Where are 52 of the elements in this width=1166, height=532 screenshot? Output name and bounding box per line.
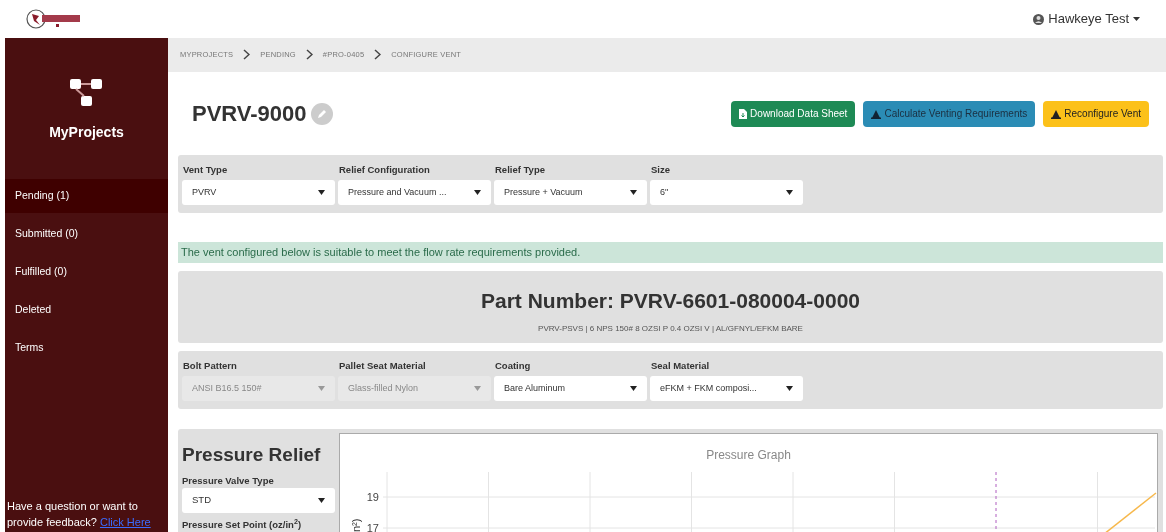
select-field[interactable]: eFKM + FKM composi... — [650, 375, 803, 401]
dropdown-arrow-icon — [318, 385, 325, 391]
feedback-text: Have a question or want to provide feedback? Click Here — [6, 499, 152, 530]
dropdown-arrow-icon — [318, 498, 325, 503]
select-field[interactable]: STD — [182, 488, 335, 513]
select-field[interactable]: PVRV — [182, 180, 335, 206]
dropdown-arrow-icon — [630, 190, 637, 196]
dropdown-arrow-icon — [474, 385, 481, 391]
hierarchy-icon — [68, 78, 105, 108]
field-label: Seal Material — [650, 358, 711, 373]
select-field[interactable]: Pressure + Vacuum — [494, 180, 647, 206]
chevron-right-icon — [374, 49, 382, 61]
field-label: Relief Configuration — [338, 163, 431, 178]
field-label: Pallet Seat Material — [338, 358, 427, 373]
dropdown-arrow-icon — [318, 190, 325, 196]
field-label: Coating — [494, 358, 532, 373]
user-menu[interactable]: Hawkeye Test — [1033, 9, 1140, 29]
action-button[interactable]: Calculate Venting Requirements — [863, 100, 1036, 127]
dropdown-arrow-icon — [630, 385, 637, 391]
field-label: Size — [650, 163, 671, 178]
field-label: Vent Type — [182, 163, 229, 178]
field-label: Bolt Pattern — [182, 358, 238, 373]
axis-tick-label: 19 — [366, 490, 379, 503]
section-title: Pressure Relief — [182, 442, 322, 467]
part-description: PVRV-PSVS | 6 NPS 150# 8 OZSI P 0.4 OZSI V | AL/GFNYL/EFKM BARE — [538, 322, 803, 335]
sidebar-title: MyProjects — [49, 123, 124, 142]
page-title: PVRV-9000 — [192, 100, 307, 129]
chevron-right-icon — [305, 49, 313, 61]
dropdown-arrow-icon — [786, 190, 793, 196]
select-field[interactable]: 6" — [650, 180, 803, 206]
feedback-link[interactable]: Click Here — [99, 516, 151, 528]
part-number: Part Number: PVRV-6601-080004-0000 — [481, 288, 860, 315]
chevron-right-icon — [243, 49, 251, 61]
field-label: Relief Type — [494, 163, 546, 178]
success-alert: The vent configured below is suitable to meet the flow rate requirements provided. — [178, 242, 1163, 264]
chart-title: Pressure Graph — [705, 446, 792, 464]
file-download-icon — [739, 108, 748, 119]
axis-label: n²) — [350, 518, 362, 532]
marker-line — [995, 471, 997, 532]
select-field[interactable]: Pressure and Vacuum ... — [338, 180, 491, 206]
sidebar-item[interactable]: Pending (1) — [5, 179, 168, 213]
dropdown-arrow-icon — [786, 385, 793, 391]
caret-icon — [1133, 17, 1140, 21]
user-icon — [1033, 13, 1045, 25]
action-button[interactable]: Reconfigure Vent — [1043, 100, 1149, 127]
dropdown-arrow-icon — [474, 190, 481, 196]
axis-tick-label: 17 — [366, 521, 379, 532]
field-label: Pressure Set Point (oz/in$^{2}$) — [182, 518, 303, 532]
action-button[interactable]: Download Data Sheet — [731, 100, 856, 127]
select-field[interactable]: Bare Aluminum — [494, 375, 647, 401]
field-label: Pressure Valve Type — [182, 474, 275, 488]
logo[interactable] — [26, 8, 82, 30]
